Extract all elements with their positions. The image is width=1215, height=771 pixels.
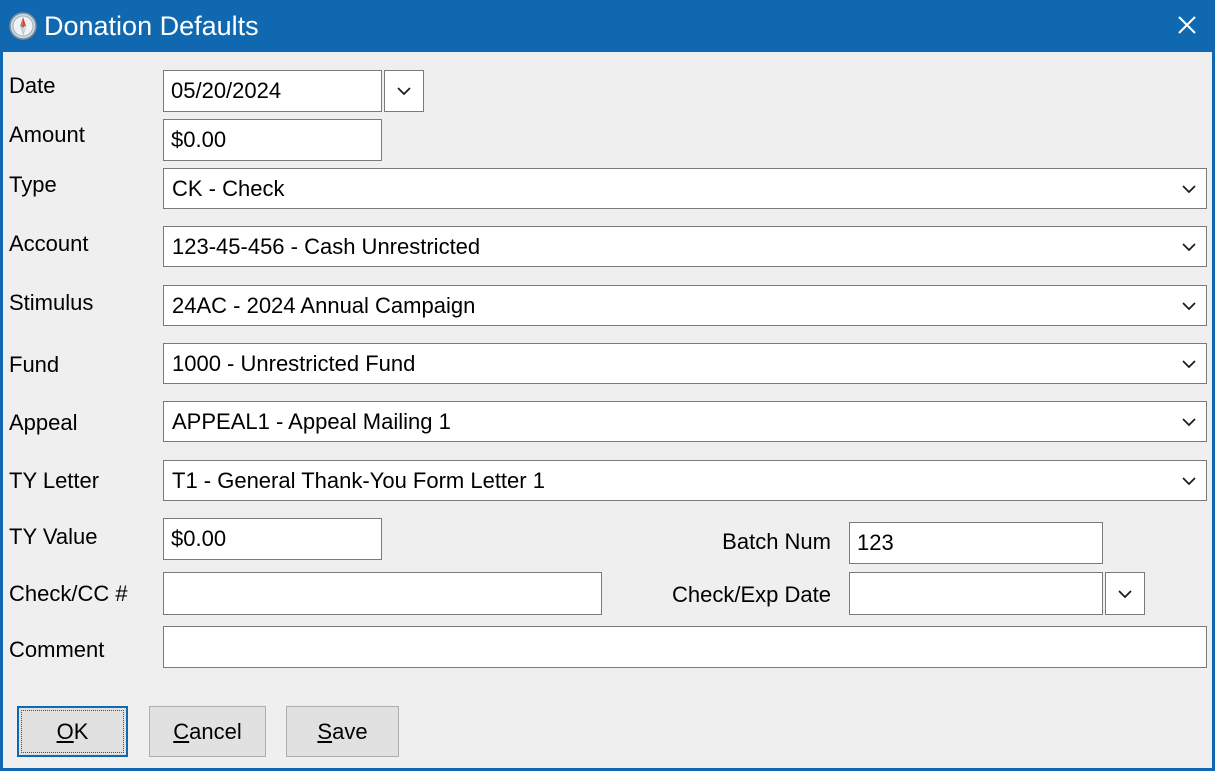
label-ty-value: TY Value bbox=[9, 524, 98, 549]
label-date: Date bbox=[9, 73, 56, 98]
chevron-down-icon bbox=[1172, 476, 1206, 486]
batch-num-input[interactable] bbox=[849, 522, 1103, 564]
check-cc-number-input[interactable] bbox=[163, 572, 602, 615]
save-button[interactable]: Save bbox=[286, 706, 399, 757]
appeal-value: APPEAL1 - Appeal Mailing 1 bbox=[172, 408, 451, 434]
chevron-down-icon bbox=[1172, 242, 1206, 252]
ok-rest: K bbox=[73, 718, 89, 744]
close-icon[interactable] bbox=[1159, 0, 1212, 50]
fund-value: 1000 - Unrestricted Fund bbox=[172, 350, 416, 376]
save-rest: ave bbox=[332, 718, 368, 744]
label-stimulus: Stimulus bbox=[9, 290, 94, 315]
label-amount: Amount bbox=[9, 122, 85, 147]
amount-input[interactable] bbox=[163, 119, 382, 161]
label-account: Account bbox=[9, 231, 89, 256]
save-button-label: Save bbox=[317, 719, 367, 745]
save-accel: S bbox=[317, 718, 333, 744]
chevron-down-icon bbox=[1172, 301, 1206, 311]
title-bar: Donation Defaults bbox=[3, 0, 1212, 52]
cancel-button-label: Cancel bbox=[173, 719, 241, 745]
comment-input[interactable] bbox=[163, 626, 1207, 668]
cancel-button[interactable]: Cancel bbox=[149, 706, 266, 757]
date-dropdown-button[interactable] bbox=[384, 70, 424, 112]
type-combobox[interactable]: CK - Check bbox=[163, 168, 1207, 209]
label-comment: Comment bbox=[9, 637, 105, 662]
ty-letter-combobox[interactable]: T1 - General Thank-You Form Letter 1 bbox=[163, 460, 1207, 501]
cancel-rest: ancel bbox=[189, 718, 242, 744]
chevron-down-icon bbox=[1172, 184, 1206, 194]
label-appeal: Appeal bbox=[9, 410, 78, 435]
chevron-down-icon bbox=[1172, 359, 1206, 369]
stimulus-combobox[interactable]: 24AC - 2024 Annual Campaign bbox=[163, 285, 1207, 326]
ok-button-label: OK bbox=[57, 719, 89, 745]
label-fund: Fund bbox=[9, 352, 60, 377]
ty-letter-value: T1 - General Thank-You Form Letter 1 bbox=[172, 467, 545, 493]
fund-combobox[interactable]: 1000 - Unrestricted Fund bbox=[163, 343, 1207, 384]
label-batch-num: Batch Num bbox=[722, 529, 831, 554]
ok-accel: O bbox=[56, 718, 74, 744]
label-ty-letter: TY Letter bbox=[9, 468, 100, 493]
check-exp-date-dropdown-button[interactable] bbox=[1105, 572, 1145, 615]
chevron-down-icon bbox=[1172, 417, 1206, 427]
stimulus-value: 24AC - 2024 Annual Campaign bbox=[172, 292, 476, 318]
check-exp-date-input[interactable] bbox=[849, 572, 1103, 615]
label-type: Type bbox=[9, 172, 57, 197]
cancel-accel: C bbox=[173, 718, 190, 744]
account-combobox[interactable]: 123-45-456 - Cash Unrestricted bbox=[163, 226, 1207, 267]
label-check-exp-date: Check/Exp Date bbox=[672, 582, 831, 607]
type-value: CK - Check bbox=[172, 175, 285, 201]
compass-icon bbox=[8, 11, 38, 41]
ok-button[interactable]: OK bbox=[17, 706, 128, 757]
label-check-cc-number: Check/CC # bbox=[9, 581, 128, 606]
appeal-combobox[interactable]: APPEAL1 - Appeal Mailing 1 bbox=[163, 401, 1207, 442]
window-title: Donation Defaults bbox=[44, 11, 259, 41]
account-value: 123-45-456 - Cash Unrestricted bbox=[172, 233, 481, 259]
date-input[interactable] bbox=[163, 70, 382, 112]
ty-value-input[interactable] bbox=[163, 518, 382, 560]
donation-defaults-dialog: Donation Defaults Date Amount Type CK - … bbox=[0, 0, 1215, 771]
